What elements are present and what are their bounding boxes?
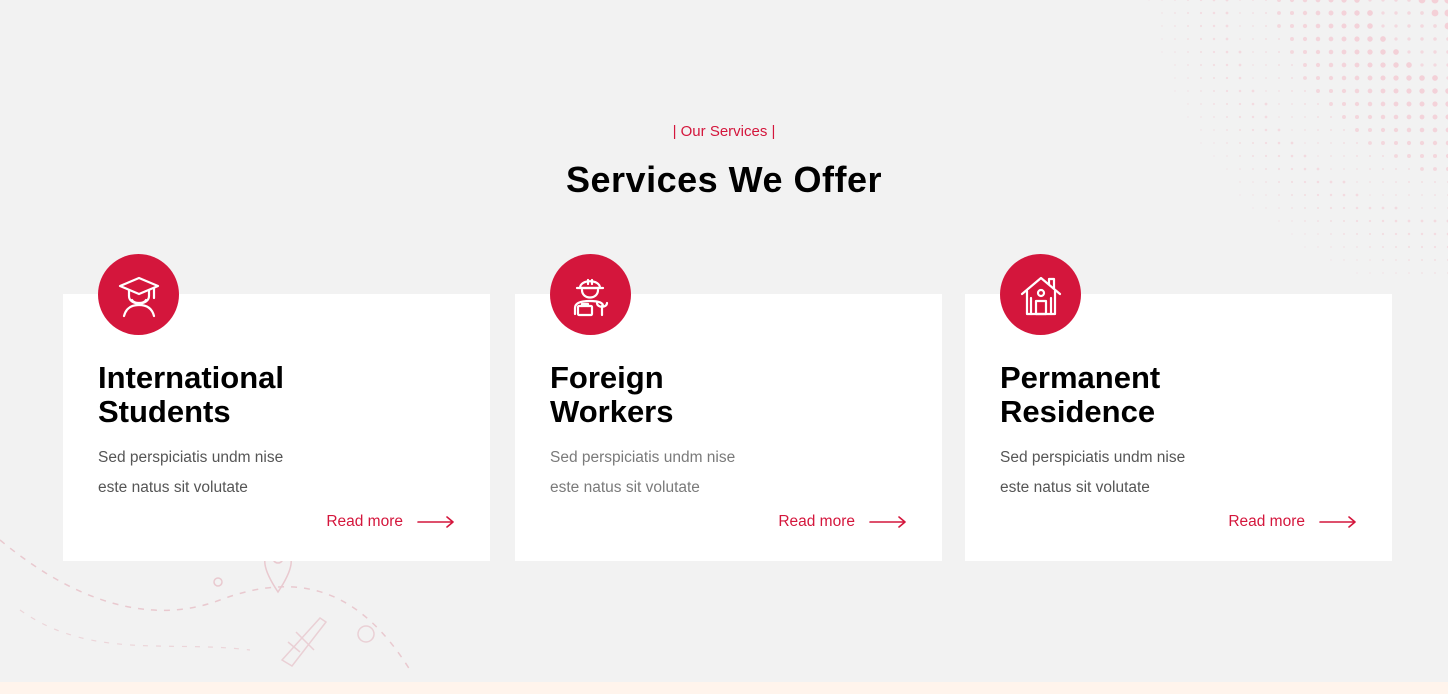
section-title: Services We Offer xyxy=(566,159,882,200)
house-icon xyxy=(1000,254,1081,335)
service-card-international-students: International Students Sed perspiciatis … xyxy=(63,254,490,561)
card-title: Permanent Residence xyxy=(1000,360,1161,429)
card-title: Foreign Workers xyxy=(550,360,674,429)
read-more-label: Read more xyxy=(326,513,403,530)
service-card-permanent-residence: Permanent Residence Sed perspiciatis und… xyxy=(965,254,1392,561)
next-section-strip xyxy=(0,682,1448,694)
read-more-link[interactable]: Read more xyxy=(778,512,907,532)
read-more-link[interactable]: Read more xyxy=(326,512,455,532)
read-more-label: Read more xyxy=(1228,513,1305,530)
read-more-label: Read more xyxy=(778,513,855,530)
graduate-icon xyxy=(98,254,179,335)
section-eyebrow: | Our Services | xyxy=(672,123,776,140)
arrow-right-icon xyxy=(417,516,454,528)
card-description: Sed perspiciatis undm nise este natus si… xyxy=(98,449,284,496)
arrow-right-icon xyxy=(869,516,906,528)
card-description: Sed perspiciatis undm nise este natus si… xyxy=(550,449,736,496)
service-card-foreign-workers: Foreign Workers Sed perspiciatis undm ni… xyxy=(515,254,942,561)
card-description: Sed perspiciatis undm nise este natus si… xyxy=(1000,449,1186,496)
read-more-link[interactable]: Read more xyxy=(1228,512,1357,532)
arrow-right-icon xyxy=(1319,516,1356,528)
card-title: International Students xyxy=(98,360,285,429)
worker-icon xyxy=(550,254,631,335)
